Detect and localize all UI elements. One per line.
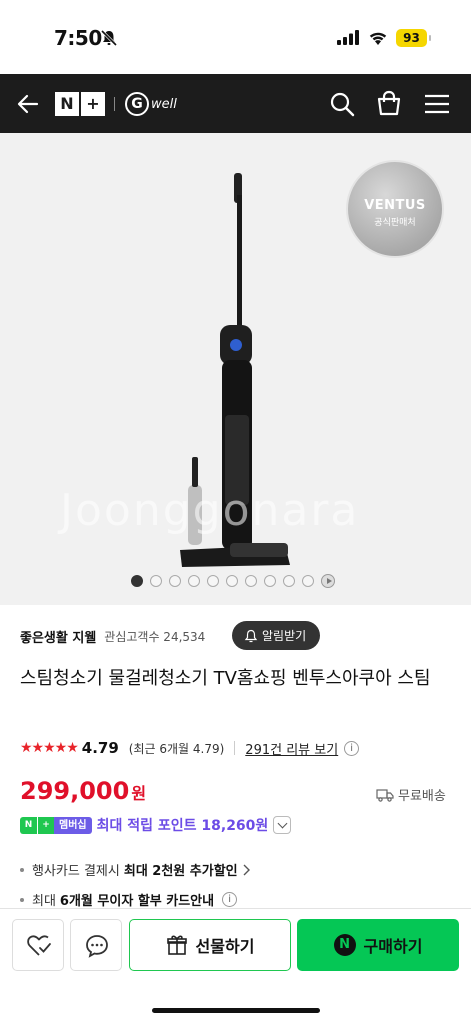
benefit1-prefix: 행사카드 결제시 <box>32 864 120 879</box>
gwell-g: G <box>125 92 149 116</box>
badge-subtext: 공식판매처 <box>374 218 416 228</box>
status-time: 7:50 <box>54 26 102 50</box>
benefit1-highlight: 최대 2천원 추가할인 <box>123 864 238 879</box>
bell-muted-icon <box>100 29 118 47</box>
carousel-dot[interactable] <box>245 575 257 587</box>
membership-badge-label: 멤버십 <box>54 816 92 834</box>
view-reviews-link[interactable]: 291건 리뷰 보기 <box>245 739 338 758</box>
video-play-icon[interactable] <box>321 574 335 588</box>
bell-plus-icon <box>244 629 258 642</box>
card-discount-benefit[interactable]: 행사카드 결제시 최대 2천원 추가할인 <box>20 860 250 879</box>
rating-recent: (최근 6개월 4.79) <box>128 741 225 756</box>
rating-divider <box>234 741 236 755</box>
notify-button[interactable]: 알림받기 <box>232 621 321 650</box>
gift-icon <box>166 935 187 955</box>
hamburger-menu-icon[interactable] <box>424 92 450 116</box>
bullet <box>20 867 24 872</box>
shopping-bag-icon[interactable] <box>376 90 402 116</box>
carousel-dot[interactable] <box>264 575 276 587</box>
rating-row: ★★★★★ 4.79 (최근 6개월 4.79) 291건 리뷰 보기 i <box>20 737 360 759</box>
buy-button[interactable]: N 구매하기 <box>297 919 459 971</box>
shipping-info: 무료배송 <box>376 785 446 804</box>
store-followers: 관심고객수 24,534 <box>104 629 206 644</box>
battery-indicator: 93 <box>396 29 431 47</box>
nplus-membership-badge: N + 멤버십 <box>20 816 92 834</box>
benefit2-highlight: 6개월 무이자 할부 카드안내 <box>59 894 215 909</box>
carousel-dot[interactable] <box>283 575 295 587</box>
bottom-action-bar: 선물하기 N 구매하기 <box>0 908 471 1024</box>
naver-pay-icon: N <box>333 934 356 956</box>
chat-bubble-icon <box>86 935 108 958</box>
rating-score: 4.79 <box>81 739 119 757</box>
top-nav-bar: N + G well <box>0 74 471 133</box>
carousel-pagination <box>131 574 335 588</box>
nplus-n: N <box>55 92 79 116</box>
info-icon[interactable]: i <box>344 740 360 756</box>
max-point-text: 최대 적립 포인트 18,260원 <box>96 818 269 834</box>
heart-check-icon <box>27 935 51 956</box>
nplus-plus: + <box>81 92 105 116</box>
cellular-signal-icon <box>337 30 359 45</box>
back-arrow-icon[interactable] <box>16 92 40 116</box>
gwell-brand-logo[interactable]: G well <box>125 91 177 117</box>
shipping-label: 무료배송 <box>398 789 446 804</box>
bullet <box>20 897 24 902</box>
price: 299,000 원 <box>20 777 146 805</box>
membership-badge-n: N <box>20 816 37 834</box>
carousel-dot[interactable] <box>188 575 200 587</box>
chevron-right-icon <box>243 864 250 875</box>
rating-stars: ★★★★★ <box>20 740 79 756</box>
wifi-icon <box>369 32 387 45</box>
nplus-store-logo[interactable]: N + <box>55 92 105 116</box>
carousel-dot[interactable] <box>150 575 162 587</box>
membership-point-row[interactable]: N + 멤버십 최대 적립 포인트 18,260원 <box>20 815 292 835</box>
buy-button-label: 구매하기 <box>363 937 423 956</box>
carousel-dot[interactable] <box>302 575 314 587</box>
installment-benefit[interactable]: 최대 6개월 무이자 할부 카드안내 i <box>20 890 238 909</box>
nav-divider <box>114 97 115 111</box>
membership-badge-plus: + <box>37 816 54 834</box>
chevron-down-icon[interactable] <box>273 816 292 834</box>
info-icon[interactable]: i <box>222 892 238 907</box>
status-bar: 7:50 93 <box>0 0 471 74</box>
home-indicator <box>152 1008 320 1013</box>
notify-button-label: 알림받기 <box>262 629 307 643</box>
wishlist-button[interactable] <box>12 919 64 971</box>
carousel-dot[interactable] <box>169 575 181 587</box>
search-icon[interactable] <box>329 91 355 117</box>
product-image-carousel[interactable]: VENTUS 공식판매처 Joonggonara <box>0 133 471 605</box>
carousel-dot[interactable] <box>226 575 238 587</box>
truck-icon <box>376 788 394 802</box>
product-title: 스팀청소기 물걸레청소기 TV홈쇼핑 벤투스아쿠아 스팀 <box>20 668 431 689</box>
gwell-text: well <box>151 96 177 112</box>
price-unit: 원 <box>131 784 147 803</box>
badge-brand: VENTUS <box>364 198 426 213</box>
price-amount: 299,000 <box>20 777 130 805</box>
carousel-dot[interactable] <box>207 575 219 587</box>
gift-button[interactable]: 선물하기 <box>129 919 291 971</box>
benefit2-prefix: 최대 <box>32 894 56 909</box>
official-seller-badge: VENTUS 공식판매처 <box>346 160 444 258</box>
store-info-row: 좋은생활 지웰 관심고객수 24,534 알림받기 <box>20 621 460 651</box>
gift-button-label: 선물하기 <box>195 937 255 956</box>
talk-button[interactable] <box>70 919 122 971</box>
image-watermark: Joonggonara <box>60 485 360 536</box>
store-name[interactable]: 좋은생활 지웰 <box>20 627 96 646</box>
carousel-dot[interactable] <box>131 575 143 587</box>
